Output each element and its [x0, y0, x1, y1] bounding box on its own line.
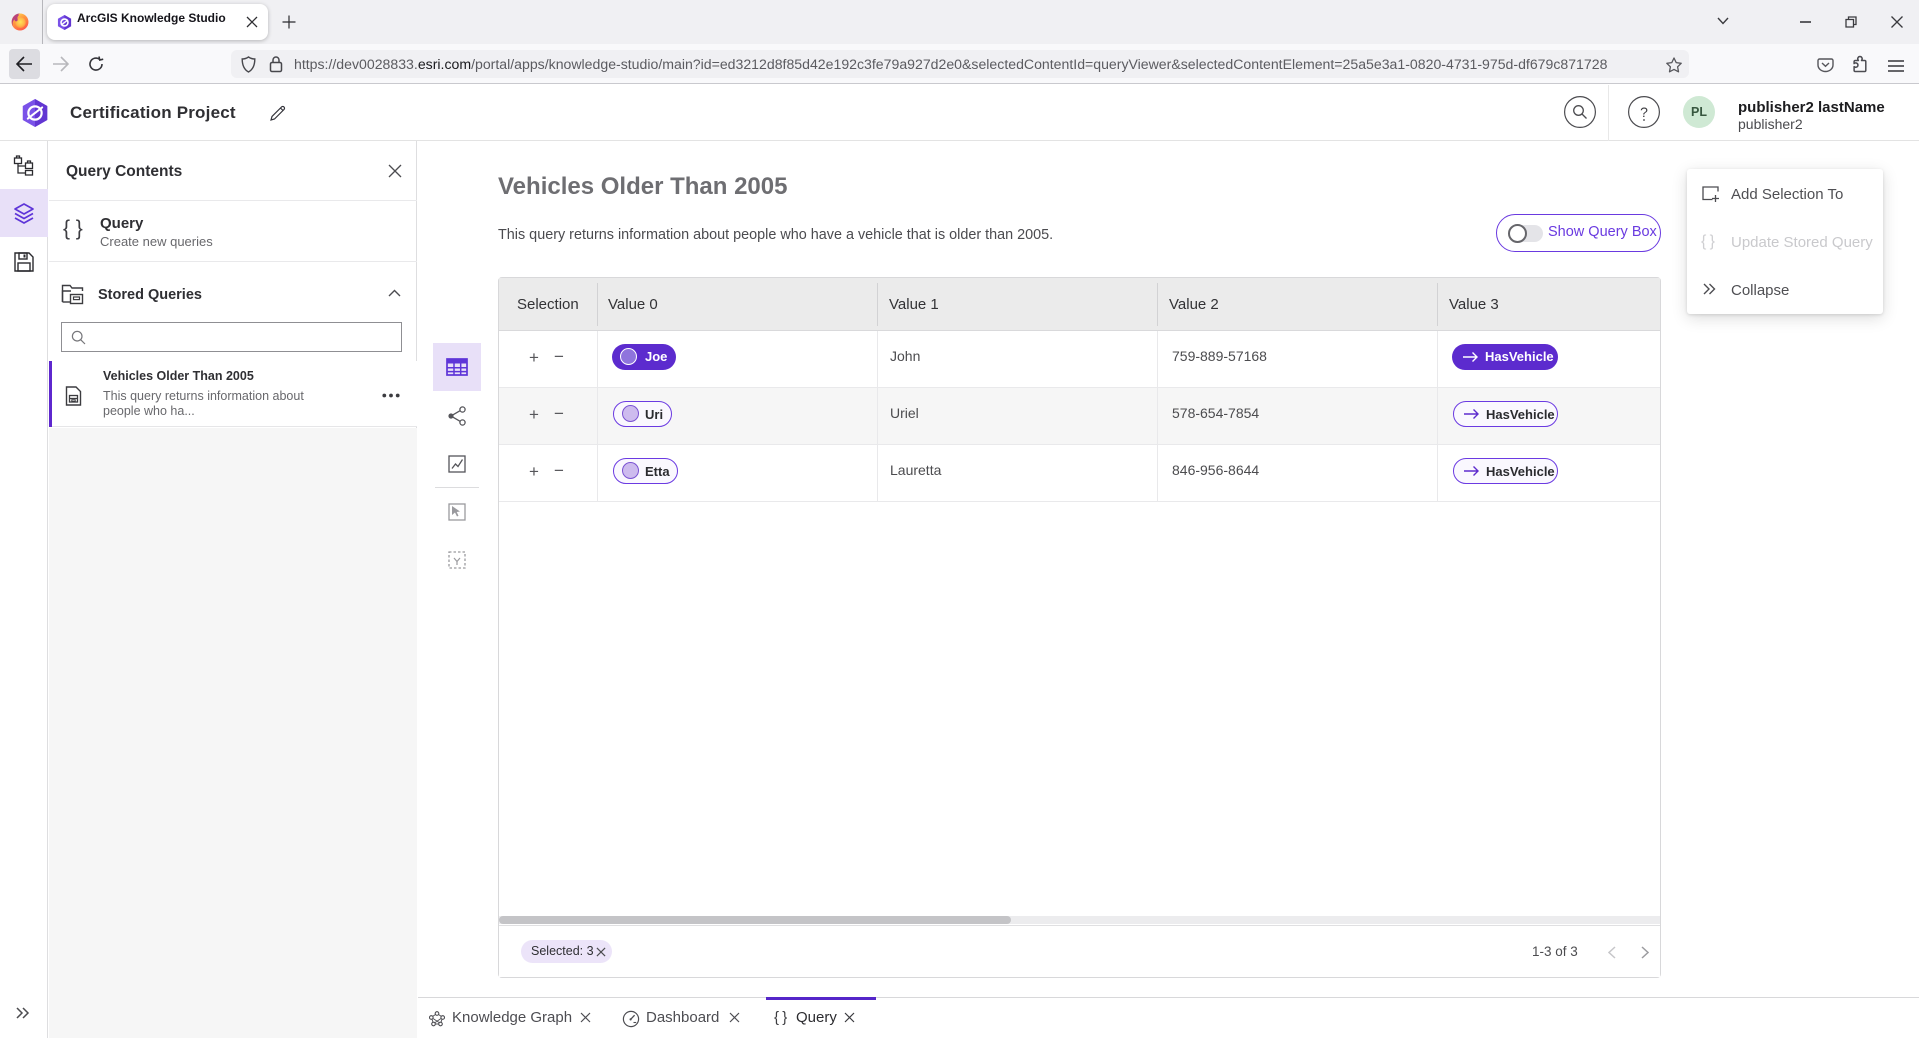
svg-text:?: ?	[1640, 104, 1648, 120]
